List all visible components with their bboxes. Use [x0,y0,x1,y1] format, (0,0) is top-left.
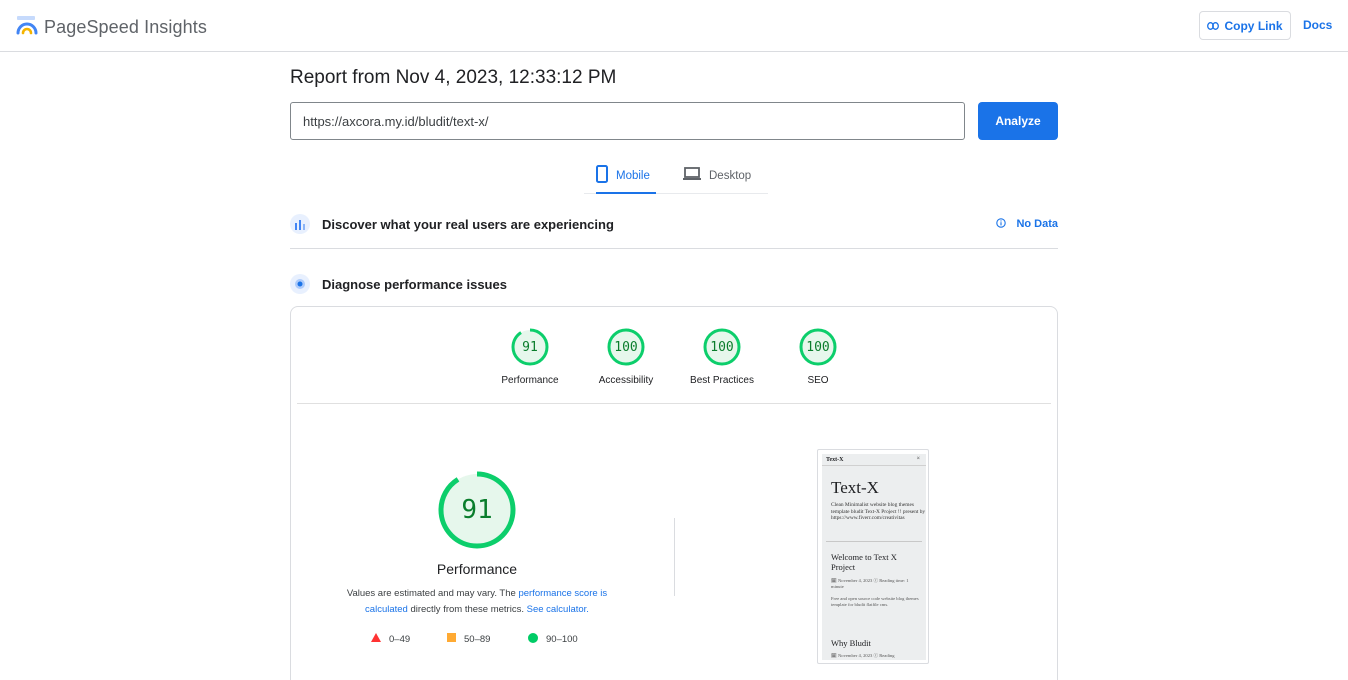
screenshot-post-excerpt: Free and open source code website blog t… [831,596,919,607]
diagnose-icon [290,274,310,294]
legend-average-label: 50–89 [464,633,491,645]
screenshot-separator [826,541,922,542]
docs-link[interactable]: Docs [1303,18,1332,32]
gauge-score: 100 [614,339,638,355]
performance-gauge-large: 91 [438,471,516,549]
screenshot-post-title: Why Bludit [831,638,871,648]
gauge-ring: 100 [702,327,742,367]
copy-link-label: Copy Link [1224,18,1283,33]
disclaimer-text: directly from these metrics. [407,604,527,615]
gauge-label: SEO [807,375,829,386]
legend-pass-label: 90–100 [546,634,578,645]
see-calculator-link[interactable]: See calculator. [527,604,589,615]
no-data-link[interactable]: No Data [996,217,1058,231]
gauge-label: Accessibility [598,375,654,386]
card-divider [297,403,1051,404]
gauge-ring: 100 [798,327,838,367]
performance-label-large: Performance [436,561,518,577]
url-input[interactable] [290,102,965,140]
phone-icon [596,165,616,186]
screenshot-close-icon: × [916,456,920,462]
tab-mobile-label: Mobile [616,169,650,182]
pagespeed-logo-icon [16,14,38,41]
section-divider [290,248,1058,249]
report-title: Report from Nov 4, 2023, 12:33:12 PM [290,67,617,88]
gauge-performance[interactable]: 91 Performance [482,327,578,386]
gauge-accessibility[interactable]: 100 Accessibility [578,327,674,386]
score-legend: 0–49 50–89 90–100 [371,633,591,647]
copy-link-button[interactable]: Copy Link [1199,11,1291,40]
square-icon [447,633,456,645]
field-data-section: Discover what your real users are experi… [290,213,1058,235]
app-logo[interactable]: PageSpeed Insights [16,14,207,41]
legend-pass: 90–100 [528,633,578,646]
gauge-score: 91 [522,339,538,355]
app-title: PageSpeed Insights [44,17,207,37]
tab-desktop-label: Desktop [709,169,752,182]
gauge-label: Best Practices [690,375,754,386]
category-gauges: 91 Performance 100 Accessibility 100 Bes… [291,307,1057,403]
no-data-label: No Data [1016,218,1058,230]
gauge-label: Performance [501,375,559,386]
laptop-icon [683,167,709,184]
gauge-score: 100 [806,339,830,355]
screenshot-brand: Text-X [826,457,844,463]
link-icon [1207,19,1224,33]
tab-mobile[interactable]: Mobile [596,158,656,194]
triangle-icon [371,633,381,645]
legend-fail: 0–49 [371,633,410,645]
gauge-ring: 91 [510,327,550,367]
screenshot-site-title: Text-X [831,478,879,497]
diagnose-title: Diagnose performance issues [322,276,507,292]
lab-data-section: Diagnose performance issues [290,273,1058,295]
screenshot-site-description: Clean Minimalist website blog themes tem… [831,502,926,522]
users-chart-icon [290,214,310,234]
screenshot-post-meta: 🗓 November 4, 2023 ⓒ Reading time: 1 min… [831,578,909,589]
screenshot-post-meta: 🗓 November 4, 2023 ⓒ Reading [831,653,895,658]
disclaimer-text: Values are estimated and may vary. The [346,588,519,599]
vertical-divider [674,518,675,596]
tab-desktop[interactable]: Desktop [683,158,763,193]
analyze-button[interactable]: Analyze [978,102,1058,140]
screenshot-navbar: Text-X × [822,454,926,466]
gauge-best-practices[interactable]: 100 Best Practices [674,327,770,386]
screenshot-post-title: Welcome to Text X Project [831,552,897,572]
screenshot-page: Text-X × Text-X Clean Minimalist website… [822,454,926,660]
final-screenshot[interactable]: Text-X × Text-X Clean Minimalist website… [817,449,929,664]
performance-score-large: 91 [461,495,493,525]
lab-results-card: 91 Performance 100 Accessibility 100 Bes… [290,306,1058,680]
gauge-seo[interactable]: 100 SEO [770,327,866,386]
legend-average: 50–89 [447,633,490,645]
score-disclaimer: Values are estimated and may vary. The p… [327,586,627,618]
gauge-score: 100 [710,339,734,355]
circle-icon [528,633,538,646]
field-data-title: Discover what your real users are experi… [322,216,614,232]
top-bar: PageSpeed Insights Copy Link Docs [0,0,1348,52]
gauge-ring: 100 [606,327,646,367]
legend-fail-label: 0–49 [389,633,411,645]
info-icon [996,217,1016,231]
device-tabs: Mobile Desktop [584,158,768,194]
